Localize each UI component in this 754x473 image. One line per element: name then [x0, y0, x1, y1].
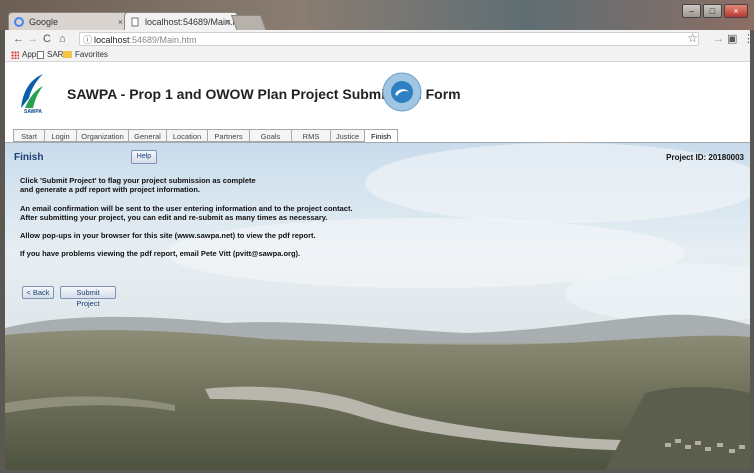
tab-login[interactable]: Login	[44, 129, 76, 142]
extension-icon[interactable]: →	[713, 32, 724, 46]
project-id: Project ID: 20180003	[666, 153, 744, 162]
tab-localhost[interactable]: localhost:54689/Main.htm ×	[124, 12, 248, 30]
submit-project-button[interactable]: Submit Project	[60, 286, 116, 308]
tab-location[interactable]: Location	[166, 129, 207, 142]
tab-label: Google	[29, 17, 59, 27]
one-water-badge-icon	[382, 72, 422, 112]
instruction-text: If you have problems viewing the pdf rep…	[20, 249, 301, 258]
web-page: SAWPA SAWPA - Prop 1 and OWOW Plan Proje…	[5, 62, 750, 470]
page-header: SAWPA SAWPA - Prop 1 and OWOW Plan Proje…	[5, 62, 750, 122]
page-icon	[131, 17, 139, 27]
instruction-text: and generate a pdf report with project i…	[20, 185, 201, 194]
tab-rms[interactable]: RMS	[291, 129, 330, 142]
tab-google[interactable]: Google ×	[8, 12, 130, 30]
address-path: :54689/Main.htm	[129, 35, 197, 45]
finish-panel: Finish Help Project ID: 20180003 Click '…	[5, 142, 750, 470]
bookmark-label: Favorites	[75, 50, 108, 59]
google-icon	[14, 17, 24, 27]
bookmark-star-icon[interactable]: ☆	[687, 31, 698, 45]
instruction-text: An email confirmation will be sent to th…	[20, 204, 353, 213]
bookmark-favorites[interactable]: Favorites	[63, 48, 108, 61]
maximize-button[interactable]: □	[703, 4, 722, 18]
forward-arrow-icon[interactable]: →	[27, 32, 38, 46]
bookmarks-bar: Apps SARI Favorites	[5, 48, 750, 62]
address-bar[interactable]: ⓘ localhost:54689/Main.htm	[79, 32, 699, 46]
info-icon[interactable]: ⓘ	[83, 33, 92, 47]
tab-close-icon[interactable]: ×	[118, 13, 123, 31]
folder-icon	[63, 51, 72, 58]
close-button[interactable]: ×	[724, 4, 748, 18]
page-icon	[37, 50, 44, 59]
window-controls: – □ ×	[682, 4, 748, 18]
menu-icon[interactable]: ⋮	[743, 32, 754, 46]
browser-toolbar: ← → C ⌂ ⓘ localhost:54689/Main.htm ☆ → ▣…	[5, 30, 754, 49]
tab-justice[interactable]: Justice	[330, 129, 364, 142]
title-bar: Google × localhost:54689/Main.htm × – □ …	[0, 0, 754, 32]
sawpa-logo	[17, 68, 45, 114]
back-button[interactable]: < Back	[22, 286, 54, 299]
tab-finish[interactable]: Finish	[364, 129, 398, 143]
tab-general[interactable]: General	[128, 129, 166, 142]
instruction-text: Allow pop-ups in your browser for this s…	[20, 231, 316, 240]
address-host: localhost	[94, 35, 130, 45]
logo-text: SAWPA	[24, 109, 42, 115]
instruction-text: Click 'Submit Project' to flag your proj…	[20, 176, 256, 185]
bookmark-sari[interactable]: SARI	[37, 48, 66, 61]
back-arrow-icon[interactable]: ←	[13, 32, 24, 46]
tab-start[interactable]: Start	[13, 129, 44, 142]
tab-partners[interactable]: Partners	[207, 129, 249, 142]
reload-icon[interactable]: C	[43, 32, 51, 46]
help-button[interactable]: Help	[131, 150, 157, 164]
apps-grid-icon	[11, 50, 19, 59]
section-title: Finish	[14, 152, 44, 163]
tab-goals[interactable]: Goals	[249, 129, 291, 142]
extension-box-icon[interactable]: ▣	[727, 32, 737, 46]
minimize-button[interactable]: –	[682, 4, 701, 18]
tab-organization[interactable]: Organization	[76, 129, 128, 142]
home-icon[interactable]: ⌂	[59, 32, 66, 46]
bookmark-apps[interactable]: Apps	[11, 48, 40, 61]
instruction-text: After submitting your project, you can e…	[20, 213, 328, 222]
form-tabs: Start Login Organization General Locatio…	[13, 129, 398, 143]
